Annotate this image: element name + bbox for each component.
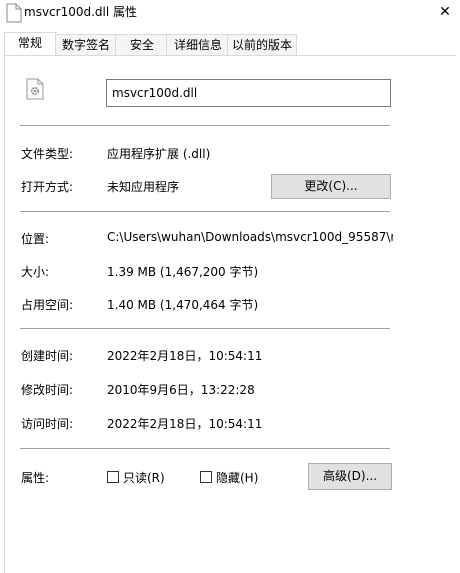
modified-value: 2010年9月6日，13:22:28 [107,383,255,397]
created-label: 创建时间: [21,349,74,363]
close-button[interactable]: ✕ [430,0,460,24]
file-name-input[interactable]: msvcr100d.dll [106,79,391,107]
tab-details[interactable]: 详细信息 [166,34,230,56]
open-with-label: 打开方式: [21,180,74,194]
hidden-checkbox[interactable] [200,471,212,483]
general-panel [4,55,456,573]
modified-label: 修改时间: [21,383,74,397]
location-value: C:\Users\wuhan\Downloads\msvcr100d_95587… [107,230,393,244]
accessed-label: 访问时间: [21,417,74,431]
readonly-label[interactable]: 只读(R) [123,469,165,486]
file-type-label: 文件类型: [21,147,74,161]
tab-previous-versions[interactable]: 以前的版本 [227,34,297,56]
accessed-value: 2022年2月18日，10:54:11 [107,417,263,431]
divider [20,125,390,126]
location-label: 位置: [21,232,50,246]
change-button[interactable]: 更改(C)... [271,174,391,199]
divider [20,328,390,329]
divider [20,211,390,212]
tab-digital-signatures[interactable]: 数字签名 [54,34,118,56]
attributes-label: 属性: [21,471,50,485]
open-with-value: 未知应用程序 [107,180,180,194]
file-icon [6,3,22,23]
hidden-label[interactable]: 隐藏(H) [216,469,258,486]
close-icon: ✕ [439,4,451,20]
tab-security[interactable]: 安全 [115,34,169,56]
size-label: 大小: [21,265,50,279]
size-on-disk-value: 1.40 MB (1,470,464 字节) [107,298,259,312]
window-title: msvcr100d.dll 属性 [24,5,138,19]
created-value: 2022年2月18日，10:54:11 [107,349,263,363]
size-on-disk-label: 占用空间: [21,298,74,312]
size-value: 1.39 MB (1,467,200 字节) [107,265,259,279]
tab-general[interactable]: 常规 [4,32,56,57]
dll-file-gear-icon [26,78,44,100]
advanced-button[interactable]: 高级(D)... [308,463,392,490]
file-type-value: 应用程序扩展 (.dll) [107,147,211,161]
divider [20,448,390,449]
title-bar: msvcr100d.dll 属性 ✕ [0,0,460,26]
readonly-checkbox[interactable] [107,471,119,483]
